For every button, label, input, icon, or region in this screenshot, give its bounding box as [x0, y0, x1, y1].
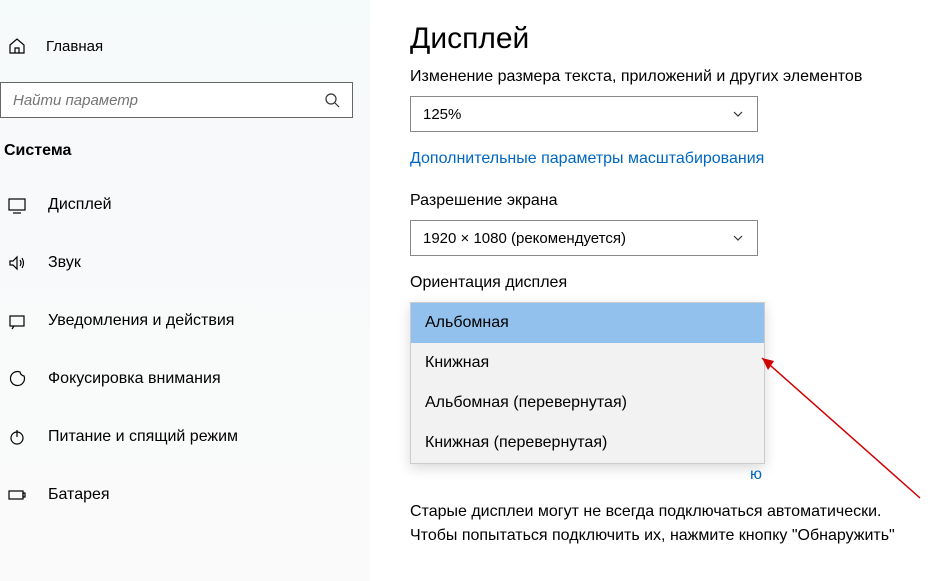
display-icon [6, 194, 28, 216]
orientation-dropdown[interactable]: Альбомная Книжная Альбомная (перевернута… [410, 302, 765, 464]
battery-icon [6, 484, 28, 506]
scale-label: Изменение размера текста, приложений и д… [410, 68, 939, 86]
sidebar-item-power[interactable]: Питание и спящий режим [0, 408, 370, 466]
advanced-scaling-link[interactable]: Дополнительные параметры масштабирования [410, 150, 939, 168]
dropdown-item-label: Книжная [425, 354, 489, 372]
scale-combo[interactable]: 125% [410, 96, 758, 132]
page-title: Дисплей [410, 22, 939, 56]
sidebar-item-label: Фокусировка внимания [48, 370, 221, 388]
sidebar-item-label: Питание и спящий режим [48, 428, 238, 446]
power-icon [6, 426, 28, 448]
dropdown-item-label: Альбомная (перевернутая) [425, 394, 627, 412]
dropdown-item-label: Книжная (перевернутая) [425, 434, 607, 452]
search-input[interactable] [1, 92, 312, 109]
settings-sidebar: Главная Система Дисплей Звук [0, 0, 370, 581]
sidebar-item-label: Уведомления и действия [48, 312, 234, 330]
orientation-option-landscape[interactable]: Альбомная [411, 303, 764, 343]
home-nav[interactable]: Главная [0, 24, 370, 68]
notifications-icon [6, 310, 28, 332]
sidebar-item-sound[interactable]: Звук [0, 234, 370, 292]
sidebar-section-heading: Система [0, 142, 370, 160]
scale-value: 125% [423, 106, 461, 123]
home-icon [6, 35, 28, 57]
sidebar-item-label: Дисплей [48, 196, 112, 214]
sound-icon [6, 252, 28, 274]
sidebar-item-display[interactable]: Дисплей [0, 176, 370, 234]
sidebar-item-focus[interactable]: Фокусировка внимания [0, 350, 370, 408]
focus-icon [6, 368, 28, 390]
chevron-down-icon [731, 107, 745, 121]
sidebar-item-label: Звук [48, 254, 81, 272]
settings-content: Дисплей Изменение размера текста, прилож… [410, 22, 939, 548]
orientation-option-portrait[interactable]: Книжная [411, 343, 764, 383]
orientation-label: Ориентация дисплея [410, 274, 939, 292]
sidebar-item-notifications[interactable]: Уведомления и действия [0, 292, 370, 350]
truncated-link-tail[interactable]: ю [410, 466, 939, 484]
resolution-label: Разрешение экрана [410, 192, 939, 210]
orientation-option-landscape-flipped[interactable]: Альбомная (перевернутая) [411, 383, 764, 423]
resolution-combo[interactable]: 1920 × 1080 (рекомендуется) [410, 220, 758, 256]
search-input-container[interactable] [0, 82, 353, 118]
body-text: Старые дисплеи могут не всегда подключат… [410, 500, 930, 548]
search-icon [324, 92, 340, 108]
sidebar-item-label: Батарея [48, 486, 110, 504]
resolution-value: 1920 × 1080 (рекомендуется) [423, 230, 626, 247]
orientation-option-portrait-flipped[interactable]: Книжная (перевернутая) [411, 423, 764, 463]
chevron-down-icon [731, 231, 745, 245]
dropdown-item-label: Альбомная [425, 314, 509, 332]
sidebar-item-battery[interactable]: Батарея [0, 466, 370, 524]
home-label: Главная [46, 38, 103, 55]
search-button[interactable] [312, 83, 352, 117]
